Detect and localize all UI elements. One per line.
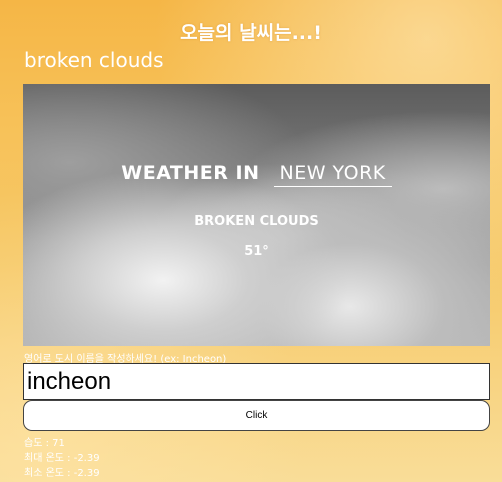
humidity-text: 습도 : 71 bbox=[24, 438, 65, 449]
weather-image-condition: BROKEN CLOUDS bbox=[194, 214, 319, 229]
min-temp-text: 최소 온도 : -2.39 bbox=[24, 468, 100, 479]
city-input[interactable] bbox=[23, 363, 490, 400]
weather-image: WEATHER IN NEW YORK BROKEN CLOUDS 51° bbox=[23, 84, 490, 346]
weather-image-temperature: 51° bbox=[244, 244, 269, 259]
max-temp-text: 최대 온도 : -2.39 bbox=[24, 453, 100, 464]
weather-image-city: NEW YORK bbox=[273, 162, 392, 187]
weather-image-title: WEATHER IN NEW YORK bbox=[23, 162, 490, 187]
page-title: 오늘의 날씨는...! bbox=[180, 22, 322, 44]
click-button[interactable]: Click bbox=[23, 400, 490, 431]
weather-description-heading: broken clouds bbox=[24, 48, 164, 72]
weather-image-title-prefix: WEATHER IN bbox=[121, 162, 260, 184]
